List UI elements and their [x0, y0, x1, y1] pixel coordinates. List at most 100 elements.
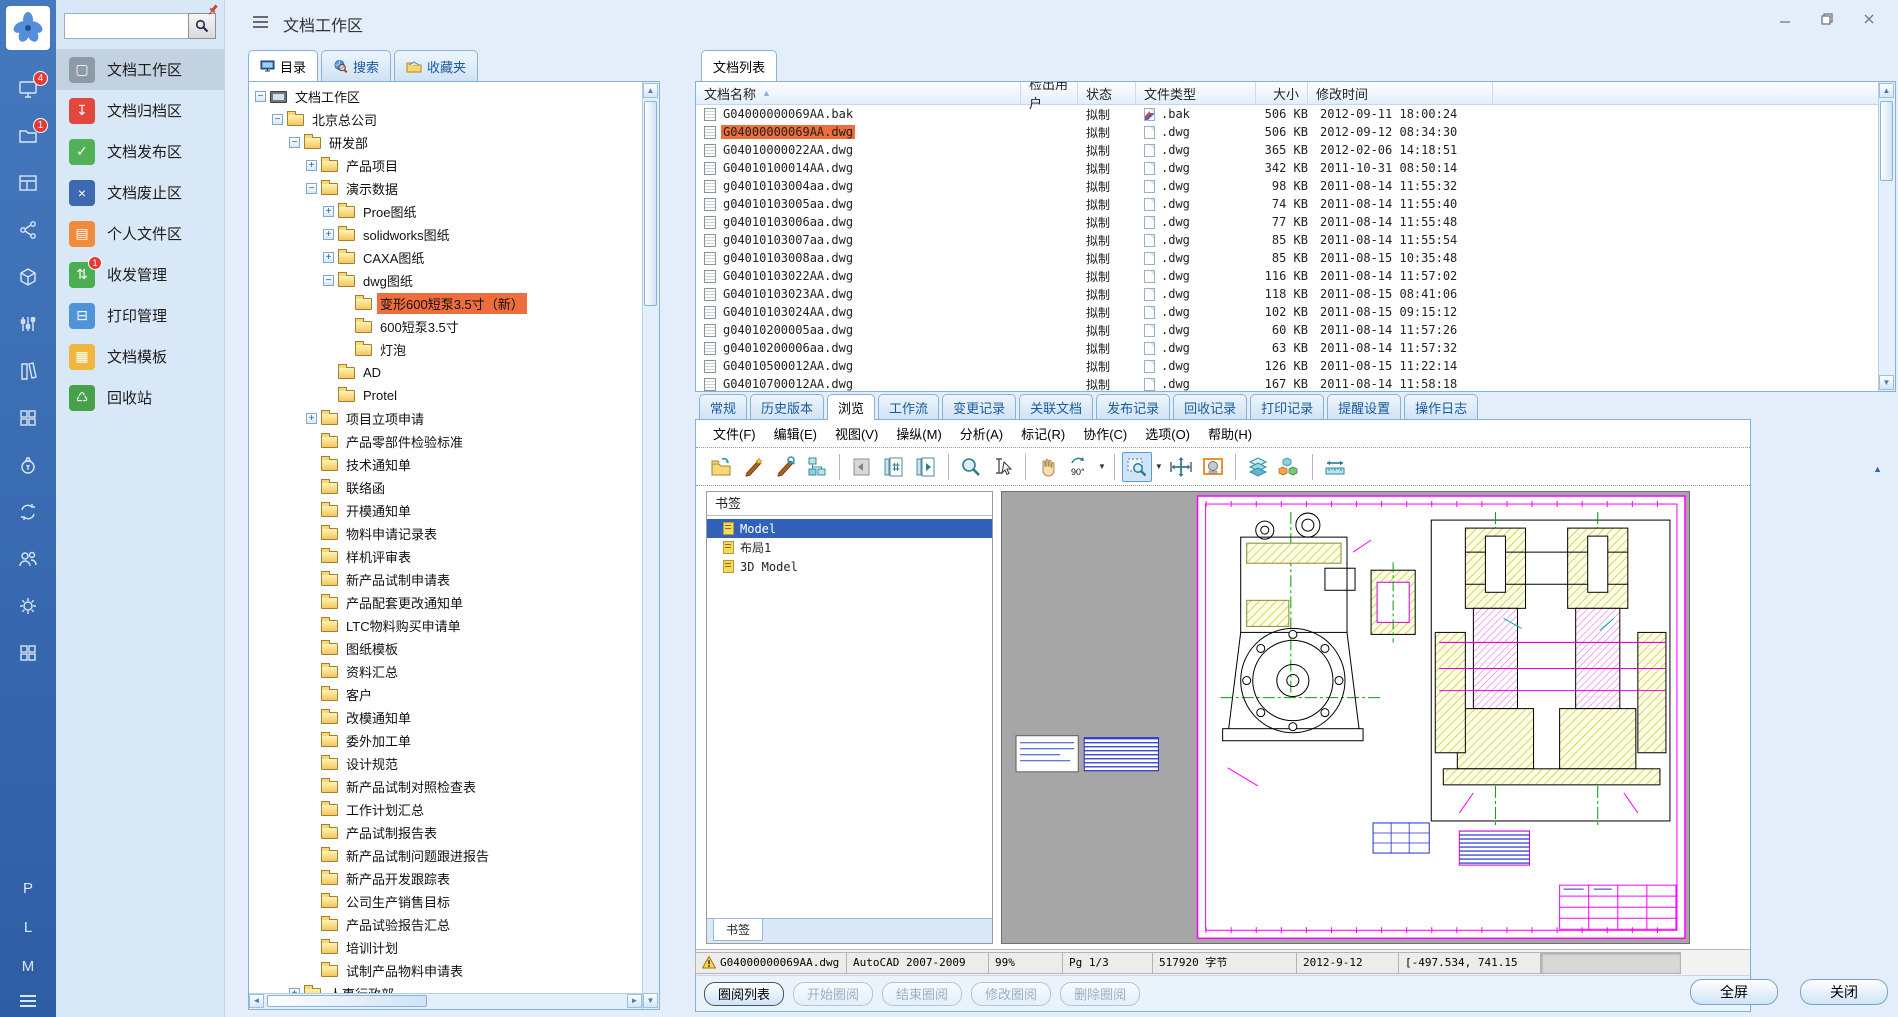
tree-expander[interactable]: −: [272, 114, 283, 125]
sidebar-item[interactable]: ♺ 回收站: [56, 377, 224, 418]
fullscreen-button[interactable]: 全屏: [1690, 979, 1778, 1005]
rail-workspace-monitor-icon[interactable]: 4: [17, 78, 39, 100]
rail-exchange-sync-icon[interactable]: [17, 501, 39, 523]
close-window-button[interactable]: [1854, 8, 1884, 30]
tree-item[interactable]: 变形600短泵3.5寸（新）: [255, 292, 642, 315]
tree-expander[interactable]: −: [323, 275, 334, 286]
rail-library-books-icon[interactable]: [17, 360, 39, 382]
review-button[interactable]: 结束圈阅: [882, 982, 962, 1006]
tree-item[interactable]: + solidworks图纸: [255, 223, 642, 246]
doc-row[interactable]: g04010103005aa.dwg 拟制 .dwg 74 KB 2011-08…: [696, 195, 1878, 213]
maximize-button[interactable]: [1812, 8, 1842, 30]
detail-tab[interactable]: 打印记录: [1250, 394, 1324, 420]
tree-item[interactable]: LTC物料购买申请单: [255, 614, 642, 637]
rail-archive-folder-icon[interactable]: 1: [17, 125, 39, 147]
tree-item[interactable]: 资料汇总: [255, 660, 642, 683]
doc-row[interactable]: G04010500012AA.dwg 拟制 .dwg 126 KB 2011-0…: [696, 357, 1878, 375]
bookmark-item[interactable]: 3D Model: [707, 557, 992, 576]
detail-tab[interactable]: 提醒设置: [1327, 394, 1401, 420]
detail-tab[interactable]: 浏览: [827, 394, 875, 420]
tree-item[interactable]: − 研发部: [255, 131, 642, 154]
tree-expander[interactable]: +: [323, 206, 334, 217]
viewport-icon[interactable]: [1198, 452, 1228, 482]
tree-item[interactable]: 物料申请记录表: [255, 522, 642, 545]
layers-icon[interactable]: [1243, 452, 1273, 482]
detail-tab[interactable]: 常规: [699, 394, 747, 420]
tree-item[interactable]: 新产品试制对照检查表: [255, 775, 642, 798]
collapse-panel-button[interactable]: ▲: [1873, 464, 1882, 474]
doc-row[interactable]: g04010200005aa.dwg 拟制 .dwg 60 KB 2011-08…: [696, 321, 1878, 339]
bookmarks-tab[interactable]: 书签: [713, 919, 763, 941]
menu-item[interactable]: 分析(A): [951, 424, 1012, 443]
tree-item[interactable]: 试制产品物料申请表: [255, 959, 642, 982]
tree-item[interactable]: 产品配套更改通知单: [255, 591, 642, 614]
column-checkout-user[interactable]: 检出用户: [1021, 82, 1078, 104]
doc-row[interactable]: G04010103023AA.dwg 拟制 .dwg 118 KB 2011-0…: [696, 285, 1878, 303]
select-cursor-icon[interactable]: [988, 452, 1018, 482]
tree-item[interactable]: 设计规范: [255, 752, 642, 775]
doc-row[interactable]: g04010103006aa.dwg 拟制 .dwg 77 KB 2011-08…: [696, 213, 1878, 231]
tree-item[interactable]: 600短泵3.5寸: [255, 315, 642, 338]
tree-item[interactable]: 工作计划汇总: [255, 798, 642, 821]
rail-letter-m[interactable]: M: [22, 958, 35, 975]
prev-page-icon[interactable]: [847, 452, 877, 482]
page-number-icon[interactable]: [879, 452, 909, 482]
doc-row[interactable]: g04010103007aa.dwg 拟制 .dwg 85 KB 2011-08…: [696, 231, 1878, 249]
sidebar-item[interactable]: × 文档废止区: [56, 172, 224, 213]
tree-item[interactable]: 新产品试制问题跟进报告: [255, 844, 642, 867]
doc-row[interactable]: G04010000022AA.dwg 拟制 .dwg 365 KB 2012-0…: [696, 141, 1878, 159]
detail-tab[interactable]: 关联文档: [1019, 394, 1093, 420]
tab-catalog[interactable]: 目录: [248, 50, 318, 81]
doc-vscroll-thumb[interactable]: [1880, 101, 1893, 181]
tree-item[interactable]: 新产品试制申请表: [255, 568, 642, 591]
doc-row[interactable]: G04010700012AA.dwg 拟制 .dwg 167 KB 2011-0…: [696, 375, 1878, 391]
detail-tab[interactable]: 发布记录: [1096, 394, 1170, 420]
sidebar-item[interactable]: ↧ 文档归档区: [56, 90, 224, 131]
doc-row[interactable]: G04000000069AA.bak 拟制 .bak 506 KB 2012-0…: [696, 105, 1878, 123]
close-button[interactable]: 关闭: [1800, 979, 1888, 1005]
tree-item[interactable]: 技术通知单: [255, 453, 642, 476]
tree-vscroll-thumb[interactable]: [644, 101, 657, 306]
sidebar-item[interactable]: ✓ 文档发布区: [56, 131, 224, 172]
rail-modules-grid-icon[interactable]: [17, 642, 39, 664]
doc-row[interactable]: g04010200006aa.dwg 拟制 .dwg 63 KB 2011-08…: [696, 339, 1878, 357]
rail-team-users-icon[interactable]: [17, 548, 39, 570]
pan-hand-icon[interactable]: [1033, 452, 1063, 482]
search-input[interactable]: [64, 13, 188, 39]
bookmark-item[interactable]: 布局1: [707, 538, 992, 557]
tab-search[interactable]: 搜索: [321, 50, 391, 81]
tree-hscroll-thumb[interactable]: [267, 995, 427, 1007]
tree-item[interactable]: + CAXA图纸: [255, 246, 642, 269]
bookmark-item[interactable]: Model: [707, 519, 992, 538]
menu-item[interactable]: 视图(V): [826, 424, 887, 443]
menu-item[interactable]: 标记(R): [1012, 424, 1074, 443]
menu-item[interactable]: 文件(F): [704, 424, 765, 443]
tree-expander[interactable]: −: [255, 91, 266, 102]
rail-settings-sliders-icon[interactable]: [17, 313, 39, 335]
tree-item[interactable]: 产品零部件检验标准: [255, 430, 642, 453]
preview-zoom-icon[interactable]: [956, 452, 986, 482]
measure-icon[interactable]: [1320, 452, 1350, 482]
tree-expander[interactable]: −: [289, 137, 300, 148]
column-modified-time[interactable]: 修改时间: [1308, 82, 1493, 104]
review-button[interactable]: 圈阅列表: [704, 982, 784, 1006]
rail-layout-board-icon[interactable]: [17, 172, 39, 194]
tree-expander[interactable]: +: [306, 160, 317, 171]
markup-pen-icon[interactable]: [738, 452, 768, 482]
doc-row[interactable]: g04010103004aa.dwg 拟制 .dwg 98 KB 2011-08…: [696, 177, 1878, 195]
open-file-icon[interactable]: [706, 452, 736, 482]
rotate-dropdown-icon[interactable]: ▼: [1098, 462, 1106, 471]
next-page-icon[interactable]: [911, 452, 941, 482]
column-file-type[interactable]: 文件类型: [1136, 82, 1256, 104]
column-size[interactable]: 大小: [1256, 82, 1308, 104]
tree-item[interactable]: 样机评审表: [255, 545, 642, 568]
rail-finance-bag-icon[interactable]: [17, 454, 39, 476]
rail-apps-grid-icon[interactable]: [17, 407, 39, 429]
hierarchy-icon[interactable]: [802, 452, 832, 482]
scroll-down-arrow[interactable]: ▼: [643, 993, 658, 1008]
tree-item[interactable]: 图纸模板: [255, 637, 642, 660]
annotate-pen-icon[interactable]: [770, 452, 800, 482]
sidebar-item[interactable]: ⊟ 打印管理: [56, 295, 224, 336]
detail-tab[interactable]: 工作流: [878, 394, 939, 420]
tree-expander[interactable]: −: [306, 183, 317, 194]
